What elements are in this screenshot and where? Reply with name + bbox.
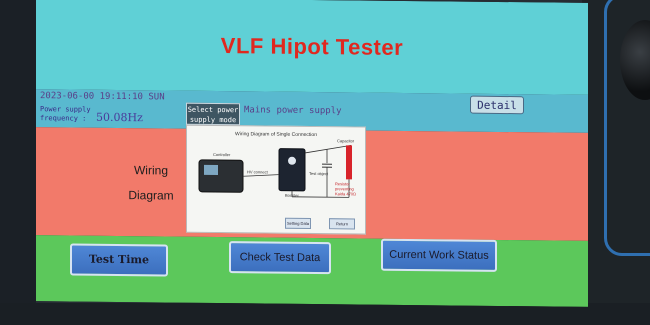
check-test-data-button[interactable]: Check Test Data bbox=[229, 241, 331, 275]
return-button[interactable]: Return bbox=[329, 218, 355, 230]
wiring-diagram-label: Wiring Diagram bbox=[116, 158, 186, 209]
booster-icon bbox=[278, 148, 306, 192]
datetime-display: 2023-06-00 19:11:10 SUN bbox=[40, 91, 165, 103]
frequency-label: Power supply frequency : bbox=[40, 105, 91, 123]
booster-label: Booster bbox=[285, 192, 299, 198]
frequency-value: 50.08Hz bbox=[96, 110, 143, 125]
setting-data-button[interactable]: Setting Data bbox=[285, 217, 311, 229]
select-power-mode-button[interactable]: Select power supply mode bbox=[186, 102, 240, 126]
device-bezel-left bbox=[0, 0, 36, 325]
power-mode-value: Mains power supply bbox=[244, 105, 342, 117]
test-object-label: Test object bbox=[309, 170, 329, 177]
resistor-icon bbox=[346, 145, 352, 180]
test-time-button[interactable]: Test Time bbox=[70, 243, 168, 277]
wiring-label-line1: Wiring bbox=[133, 163, 168, 178]
current-work-status-button[interactable]: Current Work Status bbox=[381, 238, 497, 272]
controller-label: Controller bbox=[213, 151, 231, 158]
controller-screen-icon bbox=[204, 164, 218, 176]
wiring-label-line2: Diagram bbox=[128, 188, 174, 203]
hv-connect-label: HV connect bbox=[247, 169, 268, 175]
hv-output-cable bbox=[304, 145, 352, 154]
capacitor-label: Capacitor bbox=[337, 138, 355, 144]
resistor-label: Resistor preventing Kaida 470Ω bbox=[335, 181, 357, 197]
controller-icon bbox=[198, 159, 244, 193]
controller-booster-cable bbox=[242, 174, 280, 177]
ground-line bbox=[292, 196, 349, 198]
touch-screen: VLF Hipot Tester 2023-06-00 19:11:10 SUN… bbox=[36, 0, 588, 307]
wiring-diagram-popup: Wiring Diagram of Single Connection Cont… bbox=[186, 124, 366, 235]
detail-button[interactable]: Detail bbox=[470, 95, 524, 115]
